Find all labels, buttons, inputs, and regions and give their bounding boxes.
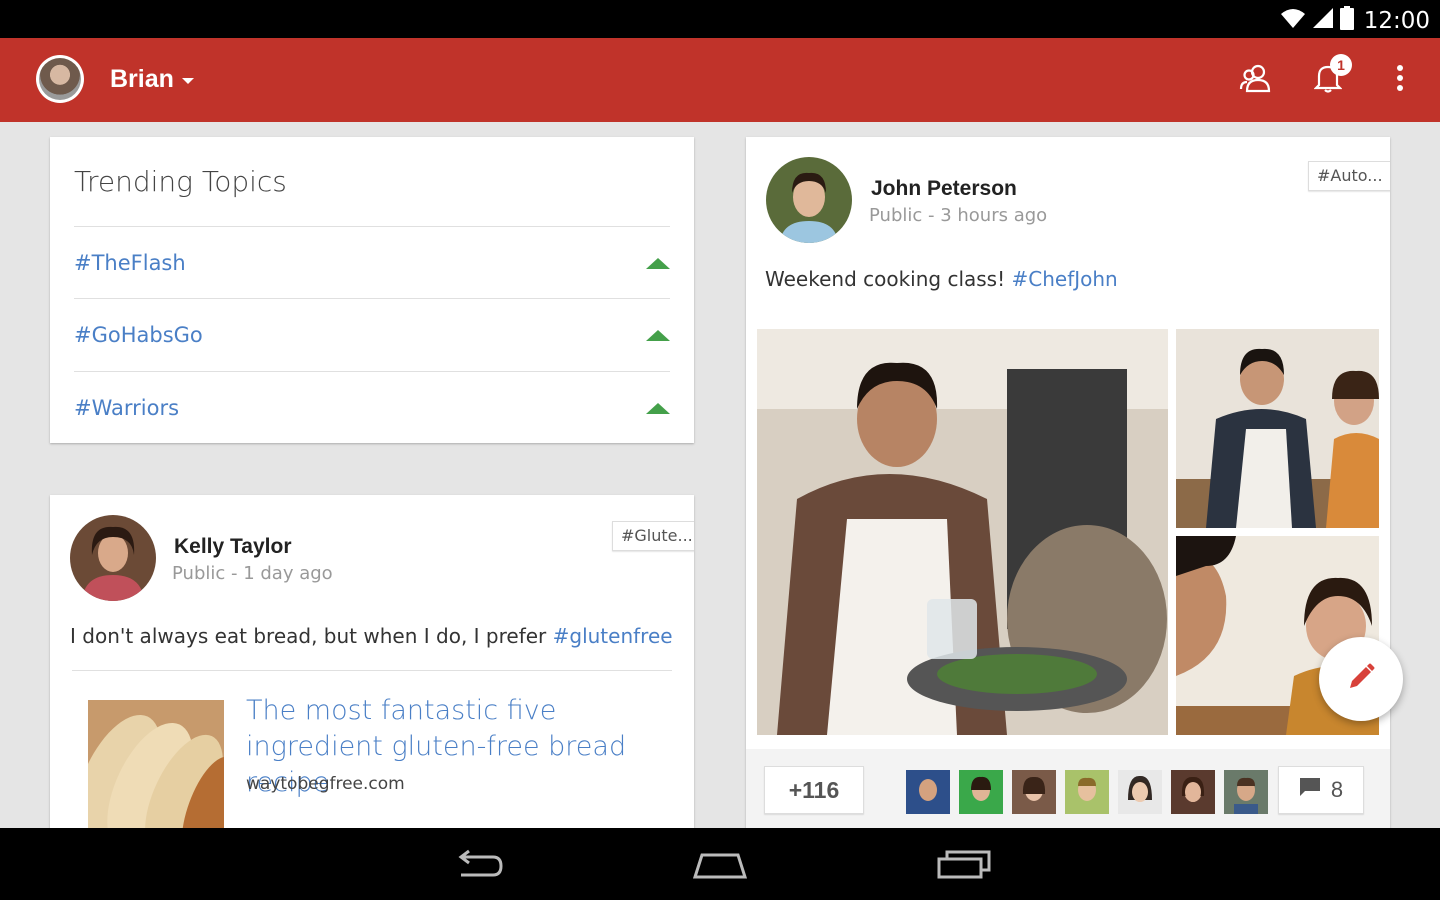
- post-hashtag[interactable]: #ChefJohn: [1011, 267, 1117, 291]
- account-name: Brian: [110, 65, 174, 93]
- account-switcher[interactable]: Brian: [110, 65, 194, 94]
- author-name[interactable]: Kelly Taylor: [174, 535, 292, 559]
- plusser-avatar[interactable]: [959, 770, 1003, 814]
- comments-button[interactable]: 8: [1278, 766, 1364, 814]
- notification-badge: 1: [1330, 54, 1352, 76]
- trending-topics-card: Trending Topics #TheFlash #GoHabsGo #War…: [50, 137, 694, 443]
- plusser-avatar[interactable]: [1224, 770, 1268, 814]
- post-card: Kelly Taylor Public - 1 day ago #Glute..…: [50, 495, 694, 835]
- trend-tag: #GoHabsGo: [74, 323, 203, 347]
- back-button[interactable]: [442, 846, 512, 886]
- divider: [72, 670, 672, 671]
- signal-icon: [1312, 7, 1334, 34]
- home-button[interactable]: [685, 846, 755, 886]
- trend-tag: #TheFlash: [74, 251, 186, 275]
- overflow-menu-icon: [1396, 64, 1404, 97]
- plusser-avatar[interactable]: [1012, 770, 1056, 814]
- plusser-avatar[interactable]: [906, 770, 950, 814]
- post-hashtag-chip[interactable]: #Auto...: [1308, 161, 1390, 191]
- post-photo-2[interactable]: [1176, 329, 1379, 528]
- author-avatar[interactable]: [70, 515, 156, 601]
- link-domain: waytobegfree.com: [246, 774, 405, 794]
- back-icon: [451, 849, 503, 884]
- post-photo-main[interactable]: [757, 329, 1168, 735]
- caret-down-icon: [181, 78, 194, 84]
- author-name[interactable]: John Peterson: [871, 177, 1017, 201]
- status-bar: 12:00: [0, 0, 1440, 38]
- plusser-avatar[interactable]: [1171, 770, 1215, 814]
- comment-icon: [1299, 777, 1321, 803]
- home-icon: [692, 849, 748, 884]
- trend-up-icon: [646, 403, 670, 414]
- notifications-button[interactable]: 1: [1310, 54, 1352, 98]
- post-meta: Public - 1 day ago: [172, 563, 333, 584]
- trend-up-icon: [646, 258, 670, 269]
- recents-button[interactable]: [929, 846, 999, 886]
- post-text: Weekend cooking class! #ChefJohn: [765, 267, 1118, 291]
- comment-count: 8: [1330, 777, 1344, 802]
- trend-row[interactable]: #Warriors: [74, 371, 670, 443]
- post-meta: Public - 3 hours ago: [869, 205, 1048, 226]
- post-card: John Peterson Public - 3 hours ago #Auto…: [746, 137, 1390, 837]
- link-thumbnail[interactable]: [88, 700, 224, 835]
- status-time: 12:00: [1363, 7, 1430, 34]
- post-body: I don't always eat bread, but when I do,…: [70, 624, 553, 648]
- trend-row[interactable]: #TheFlash: [74, 226, 670, 298]
- author-avatar[interactable]: [766, 157, 852, 243]
- post-text: I don't always eat bread, but when I do,…: [70, 624, 673, 648]
- account-avatar[interactable]: [36, 55, 84, 103]
- trend-tag: #Warriors: [74, 396, 180, 420]
- app-bar-actions: 1: [1238, 54, 1418, 98]
- compose-post-button[interactable]: [1319, 637, 1403, 721]
- overflow-menu-button[interactable]: [1382, 62, 1418, 98]
- recents-icon: [937, 849, 991, 884]
- people-icon: [1239, 63, 1273, 98]
- system-nav-bar: [0, 828, 1440, 900]
- plus-one-button[interactable]: +116: [764, 766, 864, 814]
- people-button[interactable]: [1238, 62, 1274, 98]
- trending-title: Trending Topics: [74, 165, 287, 198]
- pencil-icon: [1346, 662, 1376, 697]
- battery-icon: [1339, 6, 1354, 35]
- status-icons: 12:00: [1280, 6, 1430, 35]
- wifi-icon: [1280, 7, 1306, 34]
- post-hashtag-chip[interactable]: #Glute...: [612, 521, 694, 551]
- plusser-avatar[interactable]: [1118, 770, 1162, 814]
- trend-row[interactable]: #GoHabsGo: [74, 298, 670, 370]
- trend-up-icon: [646, 330, 670, 341]
- post-hashtag[interactable]: #glutenfree: [553, 624, 673, 648]
- plusser-avatar[interactable]: [1065, 770, 1109, 814]
- post-body: Weekend cooking class!: [765, 267, 1012, 291]
- app-bar: Brian 1: [0, 38, 1440, 122]
